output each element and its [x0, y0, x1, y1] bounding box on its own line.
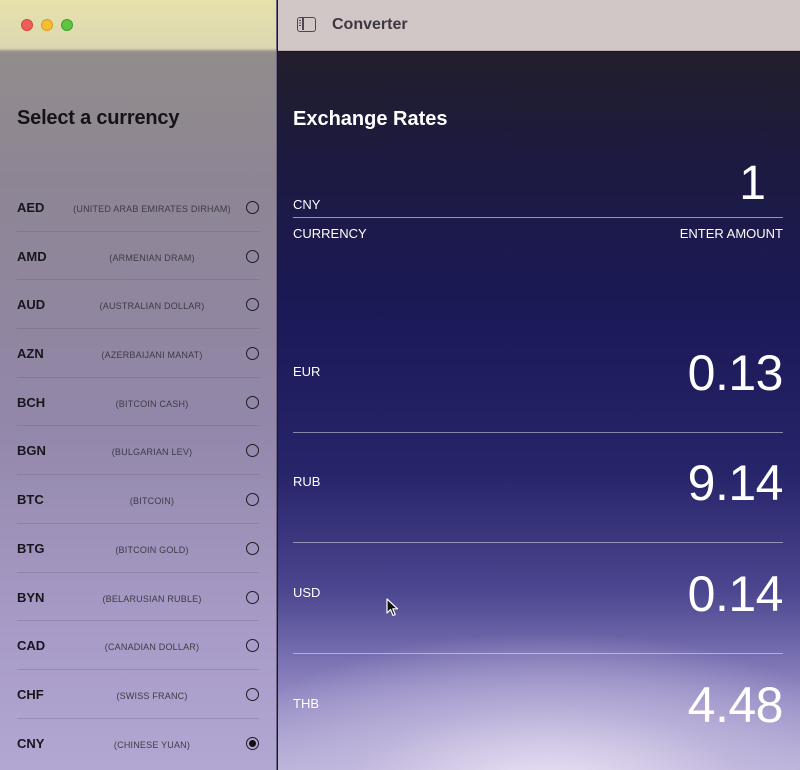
currency-name: (SWISS FRANC)	[116, 690, 188, 701]
currency-code: BTG	[17, 540, 45, 556]
currency-name: (CHINESE YUAN)	[113, 739, 191, 750]
divider	[293, 653, 783, 654]
rate-value: 0.14	[687, 566, 784, 622]
currency-name: (BITCOIN CASH)	[115, 398, 189, 409]
divider	[293, 217, 783, 218]
currency-row-cny[interactable]: CNY (CHINESE YUAN)	[17, 719, 259, 768]
currency-radio-button[interactable]	[246, 590, 259, 604]
currency-row-bgn[interactable]: BGN (BULGARIAN LEV)	[17, 426, 259, 476]
rate-currency-code: USD	[293, 585, 321, 600]
currency-radio-button[interactable]	[246, 298, 259, 312]
close-window-button[interactable]	[21, 19, 33, 31]
currency-name: (BULGARIAN LEV)	[111, 447, 193, 458]
currency-code: BCH	[17, 394, 46, 410]
base-currency-code: CNY	[293, 197, 321, 212]
currency-name: (BITCOIN)	[129, 496, 175, 507]
currency-row-btc[interactable]: BTC (BITCOIN)	[17, 475, 259, 524]
currency-label: CURRENCY	[293, 226, 367, 241]
currency-radio-button[interactable]	[246, 736, 259, 750]
exchange-rates-panel: Exchange Rates 1 CNY CURRENCY ENTER AMOU…	[278, 52, 800, 770]
currency-name: (AZERBAIJANI MANAT)	[101, 350, 203, 361]
sidebar-title: Select a currency	[17, 107, 180, 129]
currency-row-byn[interactable]: BYN (BELARUSIAN RUBLE)	[17, 573, 259, 622]
currency-name: (AUSTRALIAN DOLLAR)	[99, 301, 205, 312]
minimize-window-button[interactable]	[41, 19, 53, 31]
rate-currency-code: THB	[293, 696, 319, 711]
rate-currency-code: EUR	[293, 364, 321, 379]
currency-radio-button[interactable]	[246, 201, 259, 214]
mouse-cursor-icon	[386, 598, 399, 617]
divider	[293, 432, 783, 433]
divider	[293, 542, 783, 543]
maximize-window-button[interactable]	[61, 19, 73, 31]
currency-code: BGN	[17, 443, 46, 459]
currency-row-azn[interactable]: AZN (AZERBAIJANI MANAT)	[17, 329, 259, 378]
currency-row-btg[interactable]: BTG (BITCOIN GOLD)	[17, 524, 259, 573]
currency-name: (UNITED ARAB EMIRATES DIRHAM)	[73, 204, 231, 214]
currency-list: AED (UNITED ARAB EMIRATES DIRHAM) AMD (ARME…	[0, 183, 277, 767]
converter-window: Select a currency AED (UNITED ARAB EMIRAT…	[0, 0, 800, 770]
amount-input[interactable]: 1	[739, 156, 766, 211]
currency-code: AUD	[17, 297, 46, 313]
currency-row-aud[interactable]: AUD (AUSTRALIAN DOLLAR)	[17, 280, 259, 330]
rate-value: 9.14	[687, 455, 784, 511]
currency-radio-button[interactable]	[246, 493, 259, 507]
currency-radio-button[interactable]	[246, 639, 259, 653]
currency-code: CHF	[17, 686, 44, 702]
page-title: Exchange Rates	[293, 108, 448, 130]
currency-row-amd[interactable]: AMD (ARMENIAN DRAM)	[17, 232, 259, 281]
enter-amount-label: ENTER AMOUNT	[679, 226, 783, 241]
currency-code: CNY	[17, 735, 45, 751]
currency-code: BTC	[17, 492, 44, 508]
window-title: Converter	[332, 16, 408, 33]
currency-radio-button[interactable]	[246, 687, 259, 701]
currency-radio-button[interactable]	[246, 444, 259, 458]
rate-value: 0.13	[687, 345, 784, 401]
currency-radio-button[interactable]	[246, 249, 259, 263]
rate-currency-code: RUB	[293, 474, 321, 489]
titlebar: Converter	[278, 0, 800, 51]
currency-row-cad[interactable]: CAD (CANADIAN DOLLAR)	[17, 621, 259, 670]
sidebar-toggle-icon[interactable]	[297, 17, 316, 32]
currency-radio-button[interactable]	[246, 395, 259, 409]
sidebar: Select a currency AED (UNITED ARAB EMIRAT…	[0, 0, 277, 770]
currency-name: (CANADIAN DOLLAR)	[104, 642, 200, 653]
currency-name: (ARMENIAN DRAM)	[109, 252, 195, 263]
currency-row-chf[interactable]: CHF (SWISS FRANC)	[17, 670, 259, 719]
currency-code: BYN	[17, 589, 45, 605]
currency-radio-button[interactable]	[246, 541, 259, 555]
rate-value: 4.48	[687, 677, 784, 733]
currency-name: (BITCOIN GOLD)	[115, 544, 189, 555]
currency-code: AED	[17, 200, 45, 215]
currency-code: CAD	[17, 638, 46, 654]
currency-code: AMD	[17, 248, 47, 264]
currency-row-aed[interactable]: AED (UNITED ARAB EMIRATES DIRHAM)	[17, 183, 259, 232]
currency-radio-button[interactable]	[246, 347, 259, 361]
currency-row-bch[interactable]: BCH (BITCOIN CASH)	[17, 378, 259, 427]
currency-name: (BELARUSIAN RUBLE)	[102, 593, 202, 604]
currency-code: AZN	[17, 346, 44, 362]
